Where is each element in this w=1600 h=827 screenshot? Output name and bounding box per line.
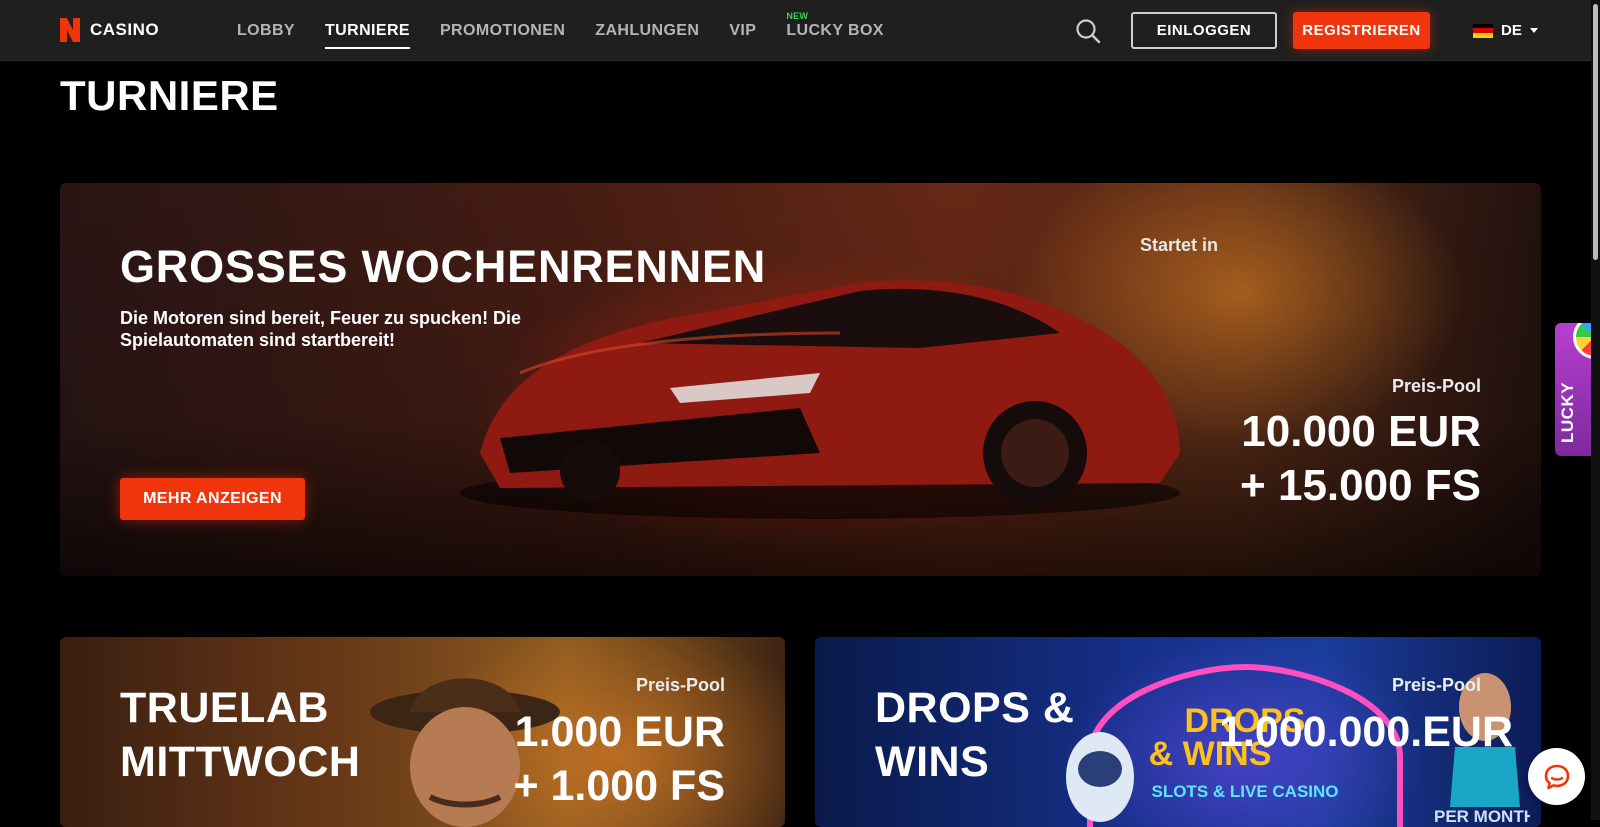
- nav-label: VIP: [729, 21, 757, 39]
- prize-pool-line: + 15.000 FS: [1240, 461, 1481, 510]
- lucky-spin-tab[interactable]: LUCKY: [1555, 323, 1595, 456]
- prize-pool-value: 10.000 EUR + 15.000 FS: [1240, 405, 1481, 513]
- nav-item-lobby[interactable]: LOBBY: [237, 0, 295, 61]
- hero-title: GROSSES WOCHENRENNEN: [120, 241, 767, 292]
- scrollbar-thumb[interactable]: [1593, 4, 1598, 260]
- hero-description: Die Motoren sind bereit, Feuer zu spucke…: [120, 308, 522, 350]
- prize-pool-label: Preis-Pool: [635, 675, 725, 695]
- card-title: DROPS & WINS: [875, 681, 1074, 789]
- card-title-line: MITTWOCH: [120, 738, 361, 786]
- tournament-card-truelab[interactable]: TRUELAB MITTWOCH Preis-Pool 1.000 EUR + …: [60, 637, 785, 827]
- lucky-tab-label: LUCKY: [1558, 381, 1577, 443]
- page-title: TURNIERE: [60, 72, 279, 119]
- prize-pool-label: Preis-Pool: [1391, 376, 1481, 396]
- prize-pool-line: 10.000 EUR: [1241, 407, 1481, 456]
- caret-down-icon: [1529, 28, 1538, 33]
- nav-label: TURNIERE: [325, 21, 410, 39]
- new-badge: NEW: [786, 11, 809, 21]
- prize-pool-line: + 1.000 FS: [513, 762, 725, 810]
- show-more-button[interactable]: MEHR ANZEIGEN: [120, 478, 305, 520]
- casino-logo[interactable]: CASINO: [58, 16, 159, 44]
- language-code: DE: [1501, 22, 1522, 39]
- prize-pool-line: 1.000 EUR: [514, 708, 725, 756]
- hero-content: GROSSES WOCHENRENNEN Die Motoren sind be…: [60, 183, 1541, 576]
- chat-button[interactable]: [1528, 748, 1585, 805]
- nav-label: LOBBY: [237, 21, 295, 39]
- prize-pool-value: 1.000.000.EUR: [1219, 705, 1513, 759]
- card-title: TRUELAB MITTWOCH: [120, 681, 360, 789]
- nav-item-vip[interactable]: VIP: [729, 0, 756, 61]
- flag-de-icon: [1473, 23, 1493, 38]
- nav-item-turniere[interactable]: TURNIERE: [325, 0, 410, 61]
- chat-icon: [1544, 764, 1569, 789]
- nav-item-zahlungen[interactable]: ZAHLUNGEN: [595, 0, 699, 61]
- logo-mark-icon: [60, 18, 80, 42]
- nav-label: LUCKY BOX: [786, 21, 884, 39]
- starts-in-label: Startet in: [1140, 235, 1219, 255]
- search-icon[interactable]: [1075, 18, 1101, 44]
- nav-item-promotionen[interactable]: PROMOTIONEN: [440, 0, 565, 61]
- language-selector[interactable]: DE: [1473, 22, 1538, 39]
- hero-tournament-card[interactable]: GROSSES WOCHENRENNEN Die Motoren sind be…: [60, 183, 1541, 576]
- prize-pool-value: 1.000 EUR + 1.000 FS: [513, 705, 725, 813]
- prize-pool-label: Preis-Pool: [1391, 675, 1481, 695]
- nav-label: ZAHLUNGEN: [595, 21, 700, 39]
- top-header: CASINO LOBBY TURNIERE PROMOTIONEN ZAHLUN…: [0, 0, 1600, 61]
- art-subtitle: SLOTS & LIVE CASINO: [1151, 782, 1338, 801]
- nav-label: PROMOTIONEN: [439, 21, 566, 39]
- main-nav: LOBBY TURNIERE PROMOTIONEN ZAHLUNGEN VIP…: [237, 0, 884, 61]
- card-title-line: DROPS &: [875, 684, 1075, 732]
- prize-pool-line: 1.000.000.EUR: [1218, 708, 1513, 756]
- logo-text: CASINO: [90, 20, 160, 39]
- nav-item-lucky-box[interactable]: NEW LUCKY BOX: [786, 0, 884, 61]
- login-button[interactable]: EINLOGGEN: [1131, 12, 1277, 49]
- card-title-line: TRUELAB: [120, 684, 329, 732]
- art-bottom-text: PER MONTH: [1434, 807, 1530, 826]
- tournament-card-drops-wins[interactable]: DROPS & WINS SLOTS & LIVE CASINO PER MON…: [815, 637, 1541, 827]
- register-button[interactable]: REGISTRIEREN: [1293, 12, 1430, 49]
- card-title-line: WINS: [875, 738, 990, 786]
